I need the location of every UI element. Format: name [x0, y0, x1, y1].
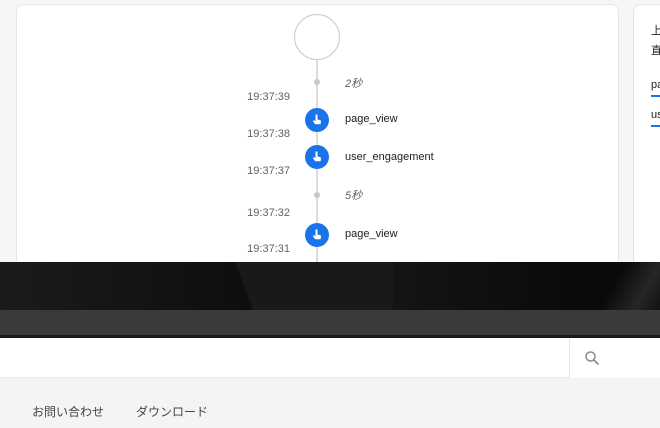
search-icon — [585, 351, 599, 365]
side-tab-underline — [651, 125, 660, 127]
touch-icon[interactable] — [305, 223, 329, 247]
nav-link-download[interactable]: ダウンロード — [136, 403, 208, 420]
search-input[interactable] — [569, 338, 660, 378]
nav-link-contact[interactable]: お問い合わせ — [32, 403, 104, 420]
side-tab[interactable]: us — [651, 109, 660, 121]
banner-facet — [600, 262, 660, 310]
banner-strip — [0, 310, 660, 335]
duration-label: 5秒 — [345, 190, 363, 202]
debug-view-panel: 2秒 19:37:39 page_view 19:37:38 user_enga… — [0, 0, 660, 262]
banner-facet — [235, 262, 393, 310]
side-text: 直 — [651, 45, 660, 57]
timeline-gap-dot — [314, 192, 320, 198]
site-nav: お問い合わせ ダウンロード — [0, 379, 660, 428]
side-tab[interactable]: pa — [651, 79, 660, 91]
touch-icon[interactable] — [305, 108, 329, 132]
event-label[interactable]: page_view — [345, 228, 398, 240]
site-header — [0, 338, 660, 378]
event-label[interactable]: page_view — [345, 113, 398, 125]
timestamp: 19:37:39 — [247, 91, 290, 103]
dark-banner — [0, 262, 660, 310]
timestamp: 19:37:32 — [247, 207, 290, 219]
timeline-gap-dot — [314, 79, 320, 85]
timeline-start-marker — [294, 14, 340, 60]
duration-label: 2秒 — [345, 78, 363, 90]
timestamp: 19:37:37 — [247, 165, 290, 177]
touch-icon[interactable] — [305, 145, 329, 169]
event-label[interactable]: user_engagement — [345, 151, 434, 163]
side-text: 上 — [651, 25, 660, 37]
timestamp: 19:37:38 — [247, 128, 290, 140]
side-tab-underline — [651, 95, 660, 97]
timestamp: 19:37:31 — [247, 243, 290, 255]
